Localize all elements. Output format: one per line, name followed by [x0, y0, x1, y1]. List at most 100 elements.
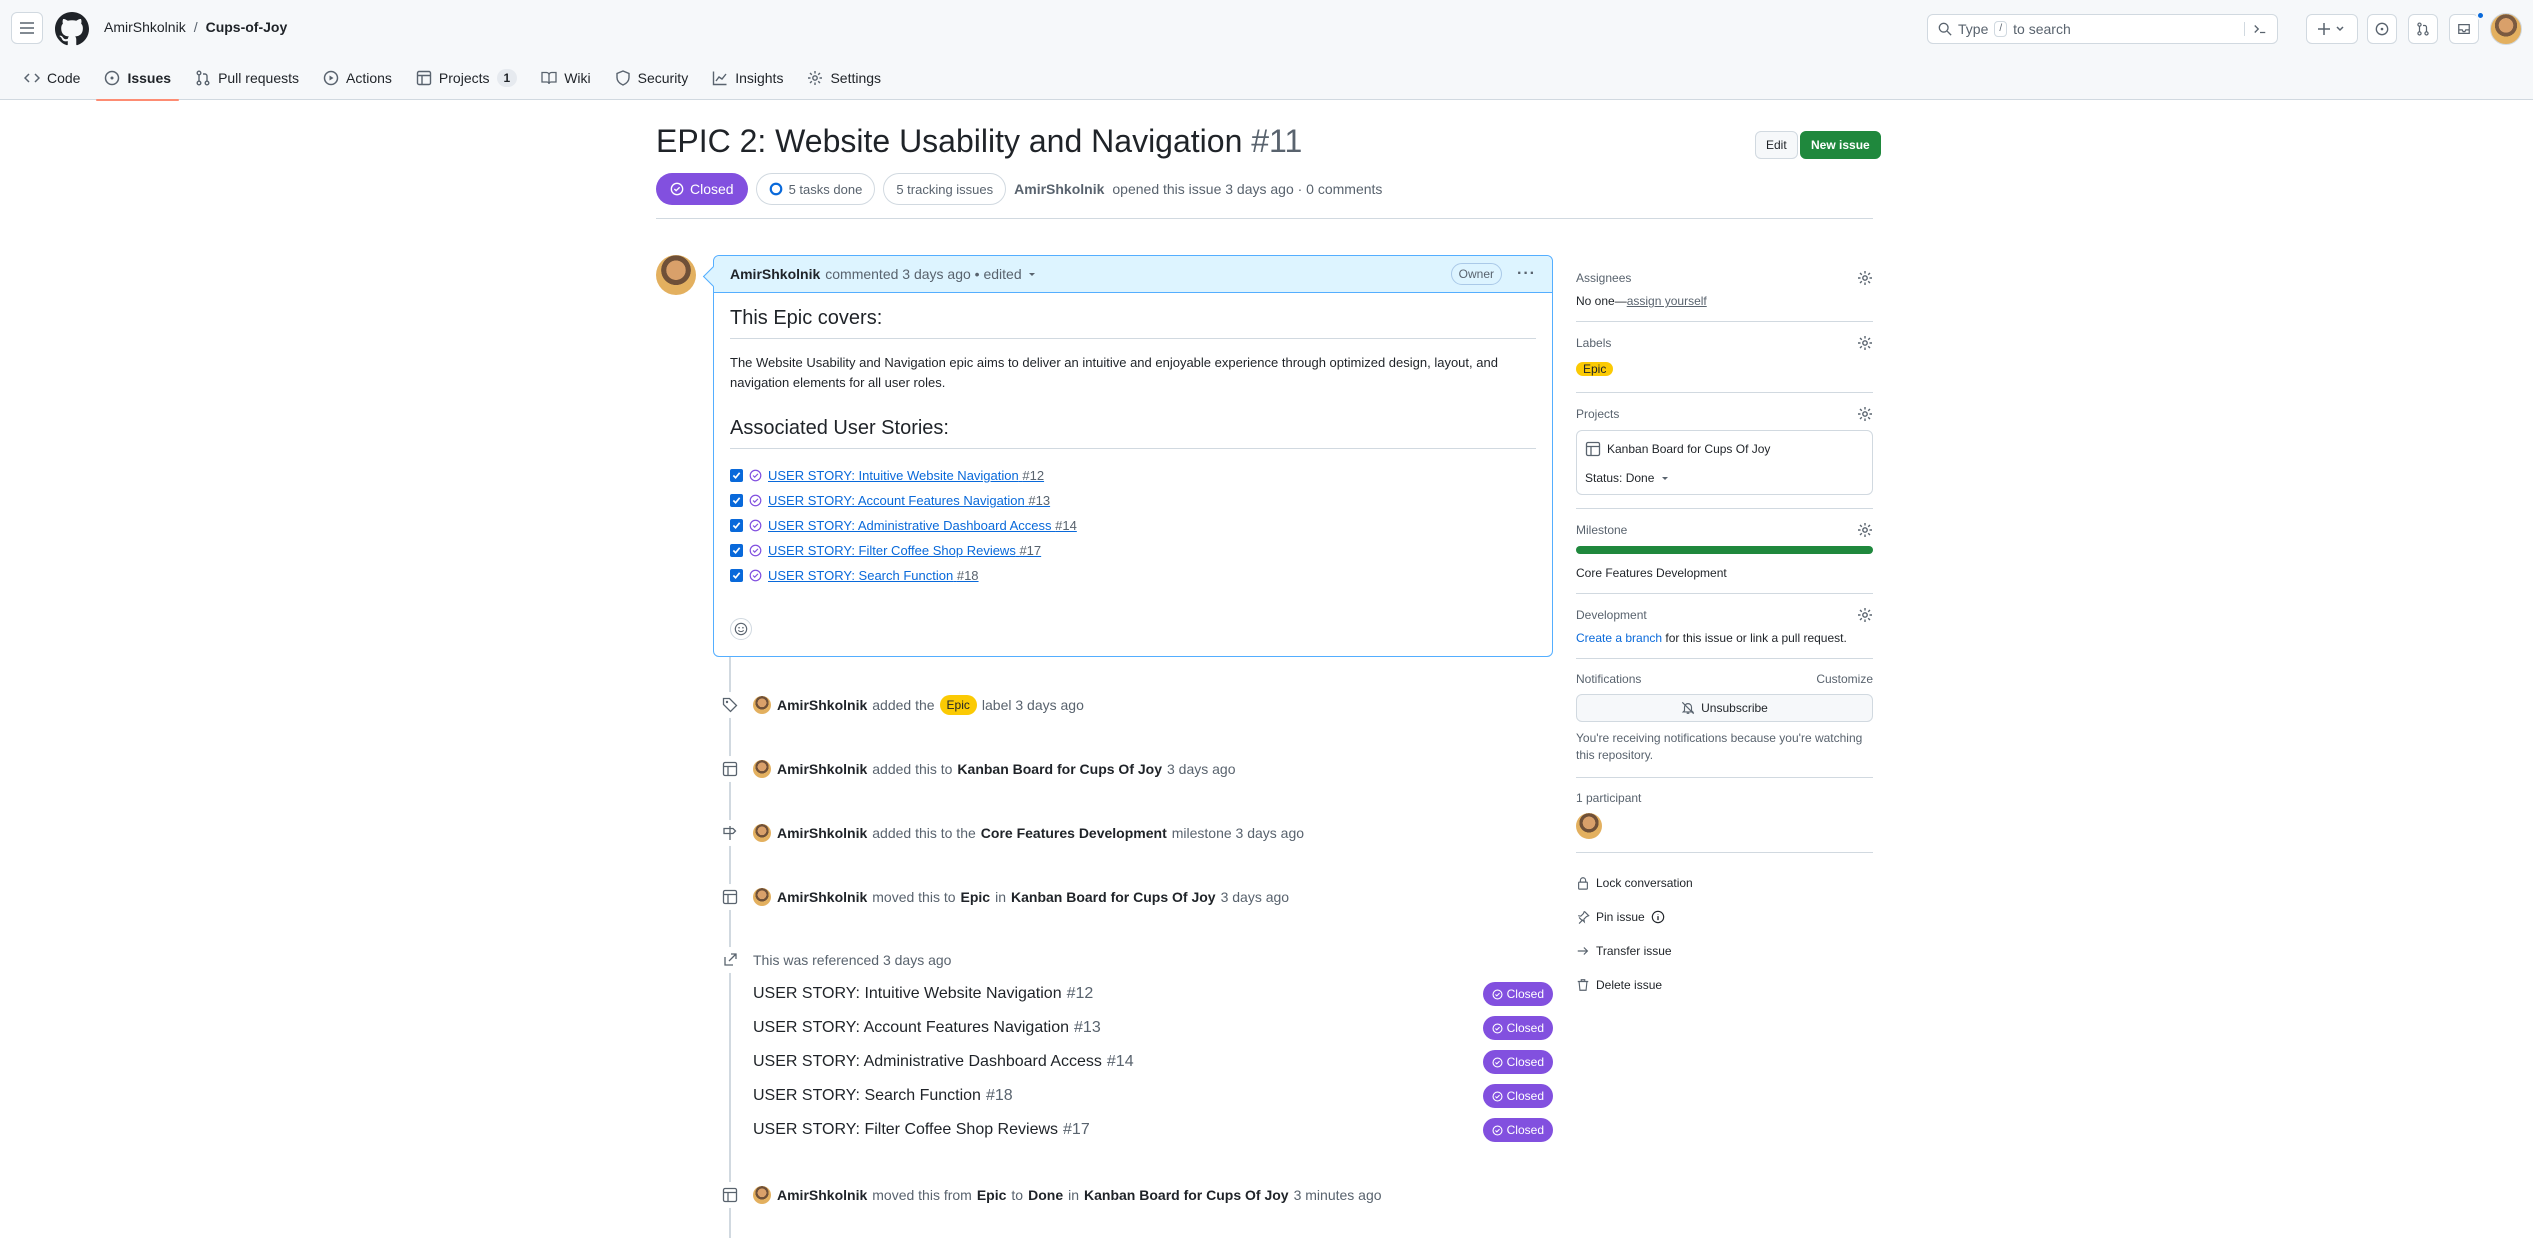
tab-pull-requests[interactable]: Pull requests	[187, 64, 307, 92]
search-placeholder-suffix: to search	[2013, 21, 2071, 37]
event-text: added the	[872, 697, 935, 713]
gear-icon[interactable]	[1857, 335, 1873, 351]
task-checkbox[interactable]	[730, 494, 743, 507]
task-checkbox[interactable]	[730, 544, 743, 557]
gear-icon	[808, 71, 823, 85]
delete-issue-button[interactable]: Delete issue	[1576, 968, 1873, 1002]
transfer-issue-button[interactable]: Transfer issue	[1576, 934, 1873, 968]
task-link[interactable]: USER STORY: Administrative Dashboard Acc…	[768, 518, 1077, 533]
project-status-dropdown[interactable]: Status: Done	[1585, 471, 1864, 485]
tracking-issues-pill[interactable]: 5 tracking issues	[883, 173, 1007, 205]
event-actor[interactable]: AmirShkolnik	[777, 697, 867, 713]
task-link[interactable]: USER STORY: Account Features Navigation …	[768, 493, 1050, 508]
event-avatar[interactable]	[753, 888, 771, 906]
owner-badge: Owner	[1450, 263, 1503, 285]
tasks-done-pill[interactable]: 5 tasks done	[755, 173, 876, 205]
assignees-none: No one—	[1576, 294, 1627, 308]
tab-projects[interactable]: Projects 1	[408, 64, 525, 92]
breadcrumb-owner[interactable]: AmirShkolnik	[104, 19, 186, 35]
event-time[interactable]: 3 days ago	[1221, 889, 1290, 905]
breadcrumb-repo[interactable]: Cups-of-Joy	[206, 19, 288, 35]
reference-title[interactable]: USER STORY: Intuitive Website Navigation	[753, 985, 1062, 1003]
repo-nav: Code Issues Pull requests Actions Projec…	[16, 64, 889, 101]
gear-icon[interactable]	[1857, 270, 1873, 286]
comment-author[interactable]: AmirShkolnik	[730, 266, 820, 282]
tab-settings-label: Settings	[830, 70, 882, 86]
tab-wiki[interactable]: Wiki	[533, 64, 598, 92]
event-project-link[interactable]: Kanban Board for Cups Of Joy	[1011, 889, 1216, 905]
event-text: to	[1011, 1187, 1024, 1203]
tab-code[interactable]: Code	[16, 64, 88, 92]
participant-avatar[interactable]	[1576, 813, 1602, 839]
event-actor[interactable]: AmirShkolnik	[777, 825, 867, 841]
task-checkbox[interactable]	[730, 569, 743, 582]
create-branch-link[interactable]: Create a branch	[1576, 631, 1662, 645]
gear-icon[interactable]	[1857, 522, 1873, 538]
reference-title[interactable]: USER STORY: Account Features Navigation	[753, 1019, 1069, 1037]
task-checkbox[interactable]	[730, 469, 743, 482]
issues-button[interactable]	[2367, 14, 2397, 44]
event-avatar[interactable]	[753, 760, 771, 778]
edit-button[interactable]: Edit	[1755, 131, 1798, 159]
customize-link[interactable]: Customize	[1816, 672, 1873, 686]
play-icon	[323, 70, 339, 86]
issue-opened-text: opened this issue 3 days ago · 0 comment…	[1112, 181, 1383, 197]
lock-conversation-button[interactable]: Lock conversation	[1576, 866, 1873, 900]
notifications-section: Notifications Customize Unsubscribe You'r…	[1576, 672, 1873, 778]
tab-actions[interactable]: Actions	[315, 64, 400, 92]
event-avatar[interactable]	[753, 1186, 771, 1204]
event-milestone-link[interactable]: Core Features Development	[981, 825, 1167, 841]
task-link[interactable]: USER STORY: Filter Coffee Shop Reviews #…	[768, 543, 1041, 558]
event-avatar[interactable]	[753, 824, 771, 842]
milestone-section: Milestone Core Features Development	[1576, 522, 1873, 594]
task-link[interactable]: USER STORY: Search Function #18	[768, 568, 979, 583]
menu-button[interactable]	[11, 12, 43, 44]
epic-label-badge[interactable]: Epic	[1576, 362, 1614, 376]
issue-author-link[interactable]: AmirShkolnik	[1014, 181, 1104, 197]
pin-issue-button[interactable]: Pin issue	[1576, 900, 1873, 934]
assign-yourself-link[interactable]: assign yourself	[1627, 294, 1707, 308]
epic-label-badge[interactable]: Epic	[939, 695, 977, 715]
tab-insights[interactable]: Insights	[704, 64, 791, 92]
chevron-down-icon[interactable]	[1027, 269, 1037, 279]
task-checkbox[interactable]	[730, 519, 743, 532]
gear-icon[interactable]	[1857, 607, 1873, 623]
kebab-menu-icon[interactable]: ···	[1517, 265, 1536, 283]
event-actor[interactable]: AmirShkolnik	[777, 1187, 867, 1203]
project-name-link[interactable]: Kanban Board for Cups Of Joy	[1607, 442, 1770, 456]
reference-title[interactable]: USER STORY: Search Function	[753, 1087, 981, 1105]
search-input[interactable]: Type / to search	[1927, 14, 2278, 44]
reference-title[interactable]: USER STORY: Filter Coffee Shop Reviews	[753, 1121, 1058, 1139]
event-time[interactable]: milestone 3 days ago	[1172, 825, 1304, 841]
comment-meta[interactable]: commented 3 days ago • edited	[825, 266, 1021, 282]
event-project-link[interactable]: Kanban Board for Cups Of Joy	[1084, 1187, 1289, 1203]
milestone-name-link[interactable]: Core Features Development	[1576, 566, 1873, 580]
event-actor[interactable]: AmirShkolnik	[777, 761, 867, 777]
pull-requests-button[interactable]	[2408, 14, 2438, 44]
add-reaction-button[interactable]	[730, 618, 752, 640]
reference-title[interactable]: USER STORY: Administrative Dashboard Acc…	[753, 1053, 1102, 1071]
event-time[interactable]: label 3 days ago	[982, 697, 1084, 713]
tab-security[interactable]: Security	[607, 64, 697, 92]
event-text: added this to	[872, 761, 953, 777]
create-new-button[interactable]	[2306, 14, 2358, 44]
gear-icon[interactable]	[1857, 406, 1873, 422]
tab-issues[interactable]: Issues	[96, 64, 179, 101]
task-item: USER STORY: Intuitive Website Navigation…	[730, 463, 1536, 488]
task-link[interactable]: USER STORY: Intuitive Website Navigation…	[768, 468, 1044, 483]
event-project-link[interactable]: Kanban Board for Cups Of Joy	[957, 761, 1162, 777]
event-actor[interactable]: AmirShkolnik	[777, 889, 867, 905]
event-time[interactable]: 3 days ago	[1167, 761, 1236, 777]
user-avatar[interactable]	[2490, 13, 2522, 45]
comment-avatar[interactable]	[656, 255, 696, 295]
event-time[interactable]: 3 minutes ago	[1294, 1187, 1382, 1203]
inbox-button[interactable]	[2449, 14, 2479, 44]
tab-settings[interactable]: Settings	[799, 64, 889, 92]
command-palette-icon[interactable]	[2244, 22, 2267, 36]
info-icon[interactable]	[1651, 910, 1665, 924]
epic-description: The Website Usability and Navigation epi…	[730, 355, 1498, 390]
new-issue-button[interactable]: New issue	[1800, 131, 1881, 159]
github-logo-icon[interactable]	[55, 12, 89, 46]
event-avatar[interactable]	[753, 696, 771, 714]
unsubscribe-button[interactable]: Unsubscribe	[1576, 694, 1873, 722]
